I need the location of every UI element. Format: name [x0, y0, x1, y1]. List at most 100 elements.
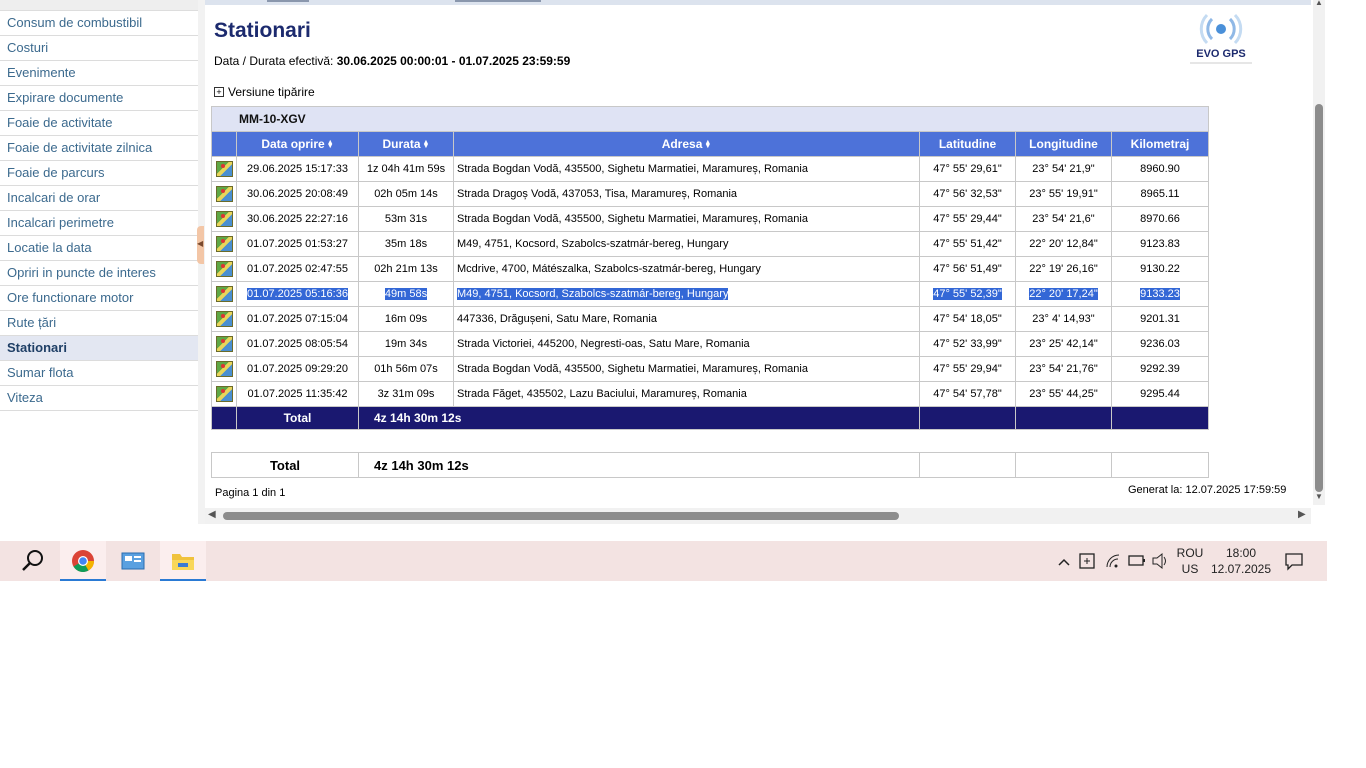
header-label: Durata [382, 137, 421, 151]
stop-date-cell: 01.07.2025 01:53:27 [236, 231, 359, 257]
map-cell[interactable] [211, 381, 237, 407]
chrome-taskbar-button[interactable] [60, 541, 106, 581]
sidebar-item[interactable]: Viteza [0, 386, 198, 411]
sidebar-item[interactable]: Foaie de activitate zilnica [0, 136, 198, 161]
header-durata[interactable]: Durata ▲ ▼ [358, 131, 454, 157]
map-cell[interactable] [211, 181, 237, 207]
stop-longitude: 23° 25' 42,14" [1029, 338, 1098, 350]
header-adresa[interactable]: Adresa ▲ ▼ [453, 131, 920, 157]
stop-odometer-cell: 9292.39 [1111, 356, 1209, 382]
scroll-left-icon[interactable]: ◀ [208, 509, 216, 520]
total-label: Total [236, 406, 359, 430]
map-icon[interactable] [215, 211, 233, 227]
notification-center-icon[interactable] [1284, 541, 1304, 581]
vertical-scrollbar[interactable]: ▲ ▼ [1313, 0, 1325, 505]
map-icon[interactable] [215, 286, 233, 302]
stop-duration-cell: 16m 09s [358, 306, 454, 332]
system-clock[interactable]: 18:00 12.07.2025 [1210, 545, 1272, 577]
total-empty-cell [1015, 406, 1112, 430]
map-cell[interactable] [211, 256, 237, 282]
signal-logo-icon [1190, 13, 1252, 64]
map-cell[interactable] [211, 356, 237, 382]
horizontal-scrollbar[interactable]: ◀ ▶ [205, 508, 1311, 524]
sidebar-item[interactable]: Incalcari perimetre [0, 211, 198, 236]
sidebar-item[interactable]: Sumar flota [0, 361, 198, 386]
tray-volume-icon[interactable] [1150, 541, 1170, 581]
scroll-down-icon[interactable]: ▼ [1315, 492, 1323, 501]
map-icon[interactable] [215, 261, 233, 277]
summary-total-value: 4z 14h 30m 12s [358, 452, 920, 478]
sidebar-top-strip [0, 0, 198, 11]
stop-odometer-cell: 9123.83 [1111, 231, 1209, 257]
sidebar-item[interactable]: Foaie de parcurs [0, 161, 198, 186]
map-icon[interactable] [215, 361, 233, 377]
print-version-link[interactable]: + Versiune tipărire [214, 85, 315, 99]
stop-longitude: 23° 54' 21,9" [1032, 163, 1095, 175]
stop-longitude: 23° 55' 19,91" [1029, 188, 1098, 200]
sort-icon: ▲ ▼ [422, 138, 430, 150]
stop-odometer: 9130.22 [1140, 263, 1180, 275]
sidebar-collapse-handle[interactable]: ◀ [197, 226, 204, 264]
map-icon[interactable] [215, 161, 233, 177]
map-icon[interactable] [215, 236, 233, 252]
table-row: 01.07.2025 07:15:04 16m 09s 447336, Drăguș… [211, 306, 1209, 332]
table-row: 01.07.2025 11:35:42 3z 31m 09s Strada Făge… [211, 381, 1209, 407]
scroll-up-icon[interactable]: ▲ [1315, 0, 1323, 7]
sidebar-item[interactable]: Consum de combustibil [0, 11, 198, 36]
sidebar-item[interactable]: Rute țări [0, 311, 198, 336]
stop-longitude: 23° 4' 14,93" [1032, 313, 1095, 325]
input-language[interactable]: ROU US [1172, 545, 1208, 577]
map-cell[interactable] [211, 156, 237, 182]
map-cell[interactable] [211, 281, 237, 307]
map-cell[interactable] [211, 331, 237, 357]
sidebar-item[interactable]: Ore functionare motor [0, 286, 198, 311]
tray-meet-icon[interactable] [1078, 541, 1098, 581]
vertical-scroll-thumb[interactable] [1315, 104, 1323, 492]
map-cell[interactable] [211, 231, 237, 257]
page-title: Stationari [214, 19, 311, 42]
vehicle-plate: MM-10-XGV [211, 106, 1209, 132]
logo-text: EVO GPS [1196, 48, 1246, 60]
sidebar-item[interactable]: Locatie la data [0, 236, 198, 261]
sidebar-item[interactable]: Expirare documente [0, 86, 198, 111]
stop-address-cell: Strada Bogdan Vodă, 435500, Sighetu Marm… [453, 356, 920, 382]
tray-battery-icon[interactable] [1127, 541, 1147, 581]
map-cell[interactable] [211, 206, 237, 232]
file-explorer-taskbar-button[interactable] [160, 541, 206, 581]
report-sidebar: Consum de combustibil Costuri Evenimente Ex… [0, 0, 198, 524]
sidebar-item[interactable]: Costuri [0, 36, 198, 61]
map-icon[interactable] [215, 186, 233, 202]
sidebar-item[interactable]: Foaie de activitate [0, 111, 198, 136]
control-panel-taskbar-button[interactable] [110, 541, 156, 581]
sidebar-item[interactable]: Stationari [0, 336, 198, 361]
stop-address: M49, 4751, Kocsord, Szabolcs-szatmár-ber… [457, 288, 729, 300]
stop-duration: 49m 58s [384, 288, 428, 300]
stop-address-cell: M49, 4751, Kocsord, Szabolcs-szatmár-ber… [453, 281, 920, 307]
summary-table: Total 4z 14h 30m 12s [211, 452, 1209, 478]
summary-total-label: Total [211, 452, 359, 478]
stop-longitude: 22° 20' 12,84" [1029, 238, 1098, 250]
stop-longitude: 22° 20' 17,24" [1029, 288, 1098, 300]
stop-address: M49, 4751, Kocsord, Szabolcs-szatmár-ber… [457, 238, 729, 250]
stop-duration-cell: 02h 05m 14s [358, 181, 454, 207]
stop-longitude-cell: 23° 55' 19,91" [1015, 181, 1112, 207]
scroll-right-icon[interactable]: ▶ [1298, 509, 1306, 520]
header-data-oprire[interactable]: Data oprire ▲ ▼ [236, 131, 359, 157]
report-area: Stationari Data / Durata efectivă: 30.06… [205, 0, 1327, 524]
horizontal-scroll-thumb[interactable] [223, 512, 899, 520]
map-icon[interactable] [215, 386, 233, 402]
map-icon[interactable] [215, 311, 233, 327]
stop-date-cell: 01.07.2025 11:35:42 [236, 381, 359, 407]
header-kilometraj: Kilometraj [1111, 131, 1209, 157]
sidebar-item[interactable]: Incalcari de orar [0, 186, 198, 211]
stop-odometer: 9123.83 [1140, 238, 1180, 250]
search-button[interactable] [10, 541, 56, 581]
stop-duration: 53m 31s [384, 213, 428, 225]
tray-chevron-up-icon[interactable] [1056, 541, 1072, 581]
stop-date-cell: 01.07.2025 08:05:54 [236, 331, 359, 357]
map-icon[interactable] [215, 336, 233, 352]
sidebar-item[interactable]: Evenimente [0, 61, 198, 86]
tray-network-icon[interactable] [1104, 541, 1124, 581]
map-cell[interactable] [211, 306, 237, 332]
sidebar-item[interactable]: Opriri in puncte de interes [0, 261, 198, 286]
